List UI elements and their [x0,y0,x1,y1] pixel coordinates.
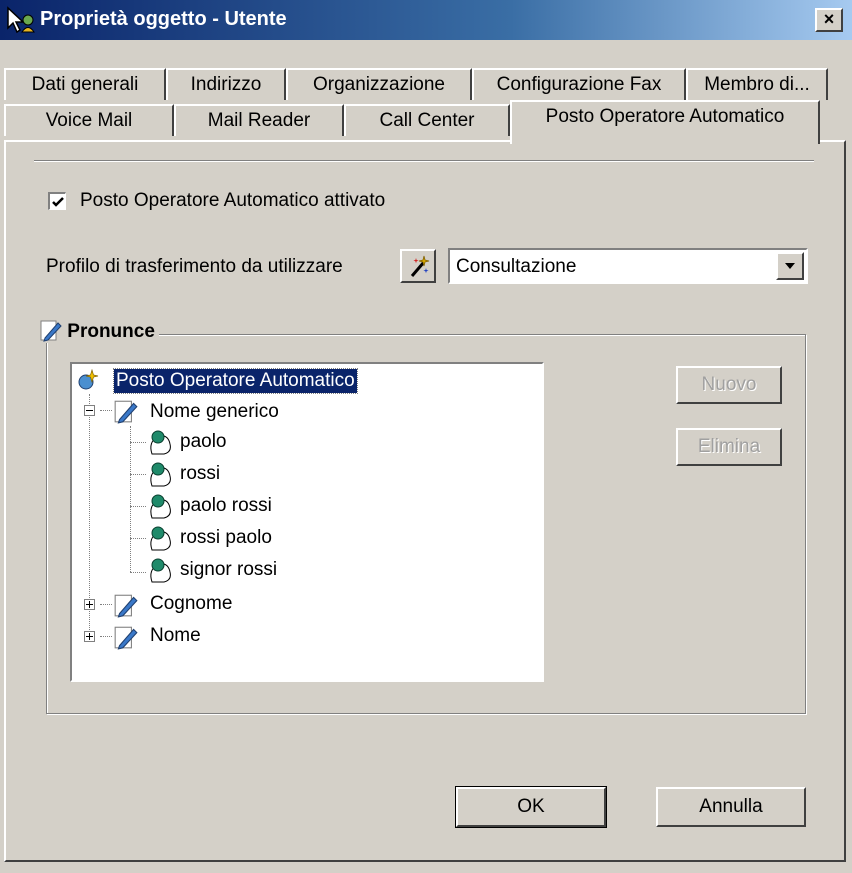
tree-line [130,506,146,507]
enabled-checkbox[interactable] [48,192,66,210]
tab-mail-reader[interactable]: Mail Reader [174,104,344,136]
ok-label: OK [517,796,545,817]
new-button[interactable]: Nuovo [676,366,782,404]
pronunce-title-text: Pronunce [67,321,155,342]
tab-label: Posto Operatore Automatico [545,106,785,127]
tree-node-child[interactable]: paolo [180,430,227,454]
tab-posto-operatore-automatico[interactable]: Posto Operatore Automatico [510,100,820,144]
tab-label: Indirizzo [190,74,262,95]
wand-icon [410,255,430,277]
pencil-icon [114,594,138,618]
checkmark-icon [52,197,64,207]
tree-node-child[interactable]: paolo rossi [180,494,272,518]
profile-wand-button[interactable] [400,249,436,283]
tree-node-nome[interactable]: Nome [150,624,201,648]
separator [34,160,814,162]
tree-root-node[interactable]: Posto Operatore Automatico [113,368,358,394]
tab-indirizzo[interactable]: Indirizzo [166,68,286,100]
ok-button[interactable]: OK [455,786,607,828]
cancel-label: Annulla [699,796,763,817]
tree-line [130,426,131,572]
tree-line [100,604,112,605]
tree-node-nome-generico[interactable]: Nome generico [150,400,279,424]
profile-label: Profilo di trasferimento da utilizzare [46,256,343,277]
enabled-label[interactable]: Posto Operatore Automatico attivato [80,190,385,212]
speaking-head-icon [150,430,171,455]
tree-line [100,636,112,637]
tree-line [130,474,146,475]
combo-dropdown-button[interactable] [776,252,804,280]
cancel-button[interactable]: Annulla [656,787,806,827]
speaking-head-icon [150,526,171,551]
chevron-down-icon [785,263,795,269]
expand-toggle[interactable] [84,599,95,610]
collapse-toggle[interactable] [84,405,95,416]
user-properties-icon [7,6,35,34]
tab-organizzazione[interactable]: Organizzazione [286,68,472,100]
root-agent-icon [78,368,99,390]
window-title: Proprietà oggetto - Utente [40,8,287,30]
tree-line [100,410,112,411]
tab-call-center[interactable]: Call Center [344,104,510,136]
tab-configurazione-fax[interactable]: Configurazione Fax [472,68,686,100]
tab-dati-generali[interactable]: Dati generali [4,68,166,100]
close-icon: × [823,9,835,29]
pronunce-group-title: Pronunce [36,318,159,343]
close-button[interactable]: × [815,8,843,32]
tab-membro-di[interactable]: Membro di... [686,68,828,100]
title-bar[interactable]: Proprietà oggetto - Utente × [0,0,852,40]
speaking-head-icon [150,462,171,487]
tree-node-child[interactable]: signor rossi [180,558,277,582]
tree-node-cognome[interactable]: Cognome [150,592,232,616]
delete-button[interactable]: Elimina [676,428,782,466]
profile-combobox[interactable]: Consultazione [448,248,808,284]
tree-line [130,538,146,539]
tab-label: Configurazione Fax [496,74,662,95]
tree-line [130,572,146,573]
tab-label: Dati generali [31,74,139,95]
profile-value: Consultazione [456,256,577,277]
tab-label: Mail Reader [207,110,311,131]
pencil-icon [114,626,138,650]
tree-node-child[interactable]: rossi [180,462,220,486]
tab-label: Membro di... [704,74,810,95]
tab-voice-mail[interactable]: Voice Mail [4,104,174,136]
tab-label: Call Center [379,110,475,131]
tree-node-child[interactable]: rossi paolo [180,526,272,550]
speaking-head-icon [150,558,171,583]
tab-label: Voice Mail [45,110,133,131]
pencil-icon [40,320,62,342]
pencil-icon [114,400,138,424]
expand-toggle[interactable] [84,631,95,642]
speaking-head-icon [150,494,171,519]
tab-label: Organizzazione [312,74,446,95]
pronunce-tree[interactable]: Posto Operatore Automatico Nome generico… [70,362,544,682]
tree-line [130,442,146,443]
